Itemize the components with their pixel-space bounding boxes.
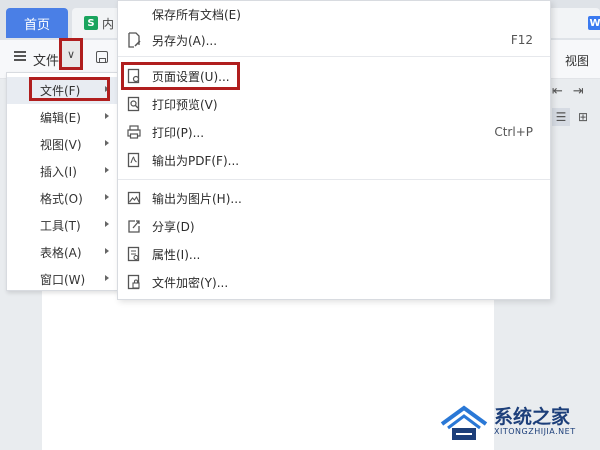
menu-item-label: 格式(O): [40, 192, 83, 206]
tab-document-label: 内: [102, 16, 115, 31]
menu-item-edit[interactable]: 编辑(E): [7, 104, 117, 131]
submenu-arrow-icon: [105, 113, 109, 119]
menu-item-label: 表格(A): [40, 246, 82, 260]
submenu-arrow-icon: [105, 167, 109, 173]
tab-writer[interactable]: W: [548, 8, 600, 38]
watermark-subtitle: XITONGZHIJIA.NET: [494, 427, 576, 436]
menu-export-pdf[interactable]: 输出为PDF(F)...: [118, 147, 550, 173]
align-justify-icon[interactable]: ☰: [552, 108, 570, 126]
submenu-arrow-icon: [105, 221, 109, 227]
menu-item-label: 窗口(W): [40, 273, 86, 287]
print-preview-icon: [127, 96, 141, 112]
menu-item-label: 视图(V): [40, 138, 82, 152]
pdf-icon: [127, 152, 141, 168]
menu-properties[interactable]: 属性(I)...: [118, 241, 550, 267]
shortcut-label: Ctrl+P: [494, 125, 533, 139]
menu-divider: [118, 56, 550, 57]
watermark-title: 系统之家: [494, 406, 571, 428]
menu-print[interactable]: 打印(P)... Ctrl+P: [118, 119, 550, 145]
view-tab[interactable]: 视图: [565, 52, 589, 69]
spreadsheet-icon: S: [84, 16, 98, 30]
menu-item-label: 属性(I)...: [152, 247, 201, 262]
menu-share[interactable]: 分享(D): [118, 213, 550, 239]
menu-save-all[interactable]: 保存所有文档(E): [118, 1, 550, 27]
menu-item-tools[interactable]: 工具(T): [7, 212, 117, 239]
image-export-icon: [127, 190, 141, 206]
menu-divider: [118, 179, 550, 180]
printer-icon: [127, 124, 141, 140]
encrypt-file-icon: [127, 274, 141, 290]
writer-icon: W: [588, 16, 600, 30]
main-menu: 文件(F) 编辑(E) 视图(V) 插入(I) 格式(O) 工具(T) 表格(A…: [6, 72, 118, 291]
menu-item-label: 工具(T): [40, 219, 81, 233]
watermark-logo-icon: [440, 405, 488, 440]
menu-item-label: 分享(D): [152, 219, 195, 234]
menu-print-preview[interactable]: 打印预览(V): [118, 91, 550, 117]
align-icons: ☰ ⊞: [552, 108, 592, 126]
menu-item-view[interactable]: 视图(V): [7, 131, 117, 158]
submenu-arrow-icon: [105, 194, 109, 200]
menu-item-label: 保存所有文档(E): [152, 7, 241, 22]
file-menu-highlight-box: [29, 77, 110, 101]
submenu-arrow-icon: [105, 248, 109, 254]
menu-item-label: 编辑(E): [40, 111, 81, 125]
page-setup-highlight-box: [121, 62, 240, 90]
shortcut-label: F12: [510, 33, 533, 47]
submenu-arrow-icon: [105, 275, 109, 281]
menu-encrypt-file[interactable]: 文件加密(Y)...: [118, 269, 550, 295]
menu-save-as[interactable]: 另存为(A)... F12: [118, 27, 550, 53]
properties-icon: [127, 246, 141, 262]
menu-item-insert[interactable]: 插入(I): [7, 158, 117, 185]
tab-home[interactable]: 首页: [6, 8, 68, 38]
watermark: 系统之家 XITONGZHIJIA.NET: [438, 400, 598, 446]
file-menu-label[interactable]: 文件: [33, 50, 59, 69]
tab-document[interactable]: S 内: [72, 8, 122, 38]
menu-item-label: 插入(I): [40, 165, 77, 179]
menu-item-format[interactable]: 格式(O): [7, 185, 117, 212]
menu-item-label: 文件加密(Y)...: [152, 275, 229, 290]
save-icon[interactable]: [96, 51, 108, 63]
menu-icon[interactable]: [14, 51, 26, 61]
menu-item-label: 输出为图片(H)...: [152, 191, 242, 206]
menu-item-label: 另存为(A)...: [152, 33, 218, 48]
file-dropdown-button[interactable]: ∨: [59, 38, 83, 70]
menu-item-window[interactable]: 窗口(W): [7, 266, 117, 293]
save-as-icon: [127, 32, 141, 48]
share-icon: [127, 218, 141, 234]
menu-export-image[interactable]: 输出为图片(H)...: [118, 185, 550, 211]
submenu-arrow-icon: [105, 140, 109, 146]
distributed-align-icon[interactable]: ⊞: [574, 108, 592, 126]
indent-icons[interactable]: ⇤⇥: [552, 84, 594, 99]
file-submenu: 保存所有文档(E) 另存为(A)... F12 页面设置(U)... 打印预览(…: [117, 0, 551, 300]
menu-item-label: 输出为PDF(F)...: [152, 153, 240, 168]
menu-item-label: 打印(P)...: [152, 125, 205, 140]
menu-item-table[interactable]: 表格(A): [7, 239, 117, 266]
menu-item-label: 打印预览(V): [152, 97, 218, 112]
